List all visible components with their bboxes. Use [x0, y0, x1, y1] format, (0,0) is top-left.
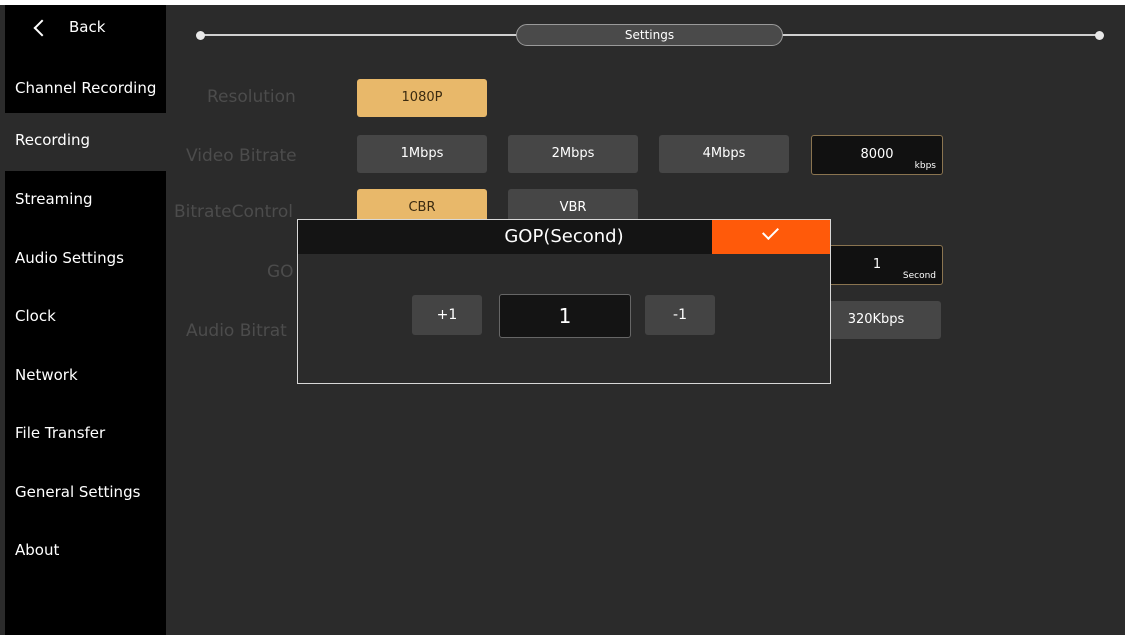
- decrement-button[interactable]: -1: [645, 295, 715, 335]
- gop-value-display[interactable]: 1: [499, 294, 631, 338]
- back-button[interactable]: Back: [5, 5, 166, 61]
- gop-label: GO: [267, 262, 294, 282]
- resolution-label: Resolution: [207, 87, 296, 107]
- video-bitrate-option-1mbps[interactable]: 1Mbps: [357, 135, 487, 173]
- sidebar-item-label: About: [15, 541, 60, 559]
- increment-button[interactable]: +1: [412, 295, 482, 335]
- sidebar-item-label: Recording: [15, 131, 91, 149]
- check-icon: [762, 223, 779, 240]
- page-title: Settings: [516, 24, 783, 46]
- sidebar-item-about[interactable]: About: [5, 523, 166, 581]
- confirm-button[interactable]: [712, 220, 830, 254]
- sidebar-item-file-transfer[interactable]: File Transfer: [5, 406, 166, 464]
- sidebar-item-label: Audio Settings: [15, 249, 124, 267]
- track-dot-left: [196, 31, 205, 40]
- gop-dialog: GOP(Second) +1 1 -1: [297, 219, 831, 384]
- sidebar-item-network[interactable]: Network: [5, 348, 166, 406]
- back-label: Back: [69, 18, 106, 36]
- gop-field-unit: Second: [902, 271, 936, 281]
- bitrate-control-label: BitrateControl: [174, 202, 294, 222]
- track-dot-right: [1095, 31, 1104, 40]
- sidebar-item-clock[interactable]: Clock: [5, 289, 166, 347]
- video-bitrate-custom-field[interactable]: 8000 kbps: [811, 135, 943, 175]
- video-bitrate-label: Video Bitrate: [186, 146, 297, 166]
- audio-bitrate-label: Audio Bitrat: [186, 321, 287, 341]
- sidebar-item-label: Clock: [15, 307, 56, 325]
- sidebar-item-channel-recording[interactable]: Channel Recording: [5, 61, 166, 119]
- sidebar-item-label: General Settings: [15, 483, 141, 501]
- video-bitrate-unit: kbps: [914, 161, 936, 171]
- chevron-left-icon: [33, 19, 51, 37]
- sidebar-item-general-settings[interactable]: General Settings: [5, 465, 166, 523]
- video-bitrate-option-4mbps[interactable]: 4Mbps: [659, 135, 789, 173]
- sidebar-item-label: Channel Recording: [15, 79, 157, 97]
- sidebar-item-label: File Transfer: [15, 424, 106, 442]
- sidebar-item-label: Streaming: [15, 190, 93, 208]
- sidebar-item-streaming[interactable]: Streaming: [5, 172, 166, 230]
- resolution-option-1080p[interactable]: 1080P: [357, 79, 487, 117]
- sidebar-item-recording[interactable]: Recording: [5, 113, 166, 171]
- sidebar-item-label: Network: [15, 366, 78, 384]
- video-bitrate-option-2mbps[interactable]: 2Mbps: [508, 135, 638, 173]
- sidebar: Back Channel Recording Recording Streami…: [5, 5, 166, 635]
- sidebar-item-audio-settings[interactable]: Audio Settings: [5, 231, 166, 289]
